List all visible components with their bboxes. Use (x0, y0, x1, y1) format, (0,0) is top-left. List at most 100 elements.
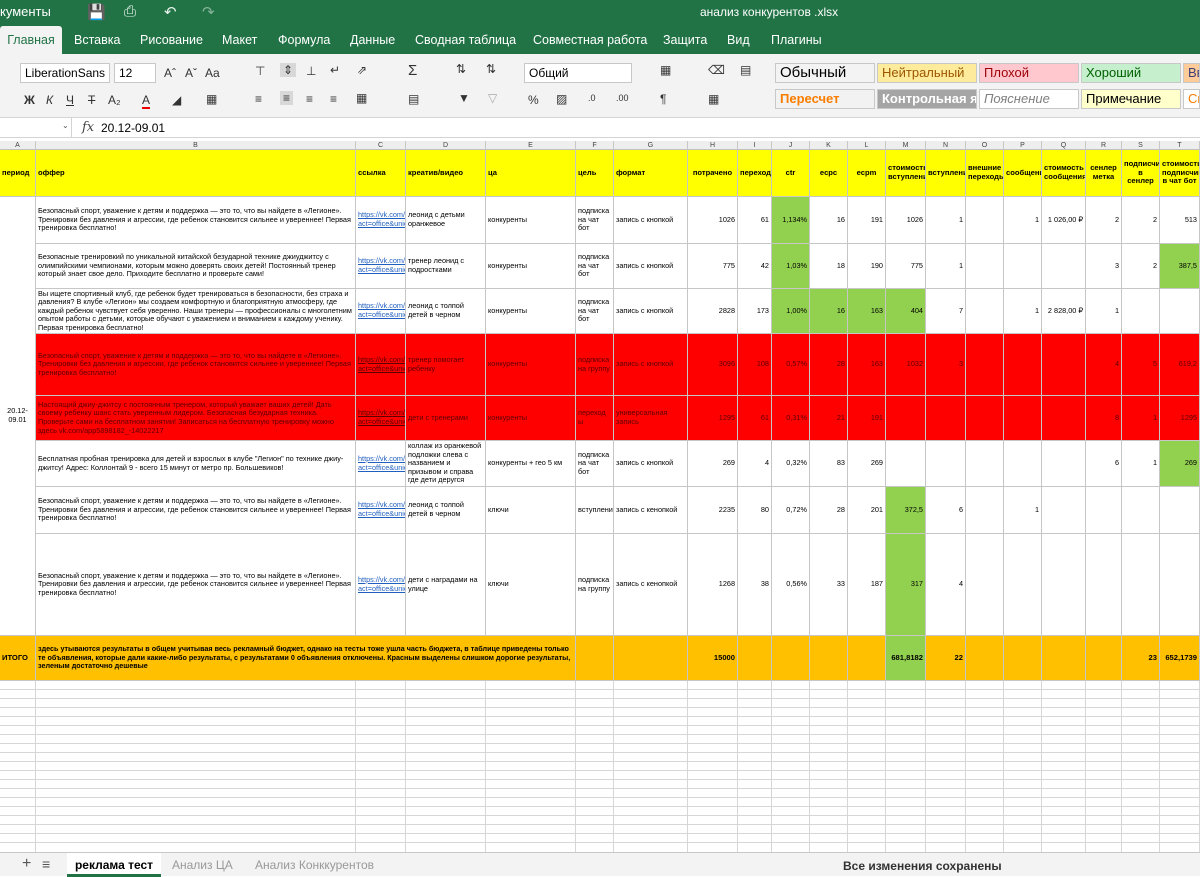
align-middle-icon[interactable]: ⇕ (280, 63, 297, 77)
tab-pivot[interactable]: Сводная таблица (415, 26, 516, 54)
tab-view[interactable]: Вид (727, 26, 750, 54)
cell-ecpm[interactable]: 191 (848, 197, 886, 244)
total-cell-q[interactable] (1042, 636, 1086, 681)
tab-formula[interactable]: Формула (278, 26, 330, 54)
cell-spent[interactable]: 3096 (688, 334, 738, 396)
sheet-tab-competitors[interactable]: Анализ Конккурентов (255, 853, 374, 877)
cell-format[interactable]: запись с кнопкой (614, 334, 688, 396)
empty-row[interactable] (0, 798, 1200, 807)
cell-spent[interactable]: 1268 (688, 534, 738, 636)
named-ranges-icon[interactable]: ▤ (408, 92, 419, 106)
decrease-decimal-button[interactable]: .0 (588, 93, 596, 103)
style-bad[interactable]: Плохой (979, 63, 1079, 83)
number-format-select[interactable]: Общий (524, 63, 632, 83)
style-linked[interactable]: Св (1183, 89, 1200, 109)
justify-icon[interactable]: ≡ (330, 92, 337, 106)
style-explanatory[interactable]: Пояснение (979, 89, 1079, 109)
cell-spent[interactable]: 269 (688, 441, 738, 487)
cell-creative[interactable]: дети с наградами на улице (406, 534, 486, 636)
empty-row[interactable] (0, 807, 1200, 816)
column-header-p[interactable]: P (1004, 141, 1042, 150)
cell-cost_msg[interactable]: 1 026,00 ₽ (1042, 197, 1086, 244)
cell-ca[interactable]: ключи (486, 487, 576, 534)
empty-row[interactable] (0, 816, 1200, 825)
total-cell-o[interactable] (966, 636, 1004, 681)
cell-link[interactable]: https://vk.com/ads?act=office&union_id=1… (356, 487, 406, 534)
column-header-t[interactable]: T (1160, 141, 1200, 150)
empty-row[interactable] (0, 762, 1200, 771)
font-case-button[interactable]: Aa (205, 66, 220, 80)
cell-cost_join[interactable] (886, 396, 926, 441)
column-header-a[interactable]: A (0, 141, 36, 150)
cell-offer[interactable]: Безопасный спорт, уважение к детям и под… (36, 534, 356, 636)
column-header-s[interactable]: S (1122, 141, 1160, 150)
redo-icon[interactable]: ↷ (202, 3, 215, 21)
cell-clicks[interactable]: 61 (738, 396, 772, 441)
cell-ext[interactable] (966, 289, 1004, 334)
cell-spent[interactable]: 775 (688, 244, 738, 289)
cell-cost_sub[interactable] (1160, 487, 1200, 534)
cell-creative[interactable]: тренер леонид с подростками (406, 244, 486, 289)
cell-offer[interactable]: Безопасный спорт, уважение к детям и под… (36, 197, 356, 244)
cell-link[interactable]: https://vk.com/ads?act=office&union_id=1… (356, 334, 406, 396)
column-header-o[interactable]: O (966, 141, 1004, 150)
cell-creative[interactable]: дети с тренерами (406, 396, 486, 441)
header-cell-i[interactable]: переходы (738, 150, 772, 197)
cell-ecpc[interactable]: 16 (810, 289, 848, 334)
cell-clicks[interactable]: 4 (738, 441, 772, 487)
cell-ecpc[interactable]: 18 (810, 244, 848, 289)
column-header-b[interactable]: B (36, 141, 356, 150)
total-cell-a[interactable]: ИТОГО (0, 636, 36, 681)
cell-creative[interactable]: коллаж из оранжевой подложки слева с наз… (406, 441, 486, 487)
align-right-icon[interactable]: ≡ (306, 92, 313, 106)
cell-ext[interactable] (966, 441, 1004, 487)
cell-format[interactable]: запись с кнопкой (614, 289, 688, 334)
header-cell-n[interactable]: вступления (926, 150, 966, 197)
cell-goal[interactable]: вступление (576, 487, 614, 534)
cell-cost_sub[interactable] (1160, 534, 1200, 636)
total-cell-p[interactable] (1004, 636, 1042, 681)
cell-senler[interactable]: 1 (1086, 289, 1122, 334)
period-cell[interactable]: 20.12-09.01 (0, 197, 36, 636)
cell-subs[interactable] (1122, 289, 1160, 334)
spreadsheet-grid[interactable]: период оффер ссылка креатив/видео ца цель форм… (0, 150, 1200, 852)
empty-row[interactable] (0, 753, 1200, 762)
empty-row[interactable] (0, 735, 1200, 744)
cell-cost_join[interactable]: 1026 (886, 197, 926, 244)
cell-format[interactable]: запись с кнопкой (614, 244, 688, 289)
header-cell-j[interactable]: ctr (772, 150, 810, 197)
header-cell-h[interactable]: потрачено (688, 150, 738, 197)
merge-cells-icon[interactable]: ▦ (356, 91, 367, 105)
cell-ctr[interactable]: 1,00% (772, 289, 810, 334)
total-cell-m[interactable]: 681,8182 (886, 636, 926, 681)
align-center-icon[interactable]: ≡ (280, 91, 294, 105)
italic-button[interactable]: К (46, 93, 53, 107)
cell-ca[interactable]: конкуренты (486, 289, 576, 334)
name-box[interactable]: ⌄ (0, 118, 72, 138)
clear-icon[interactable]: ⌫ (708, 63, 725, 77)
cell-cost_msg[interactable] (1042, 534, 1086, 636)
cell-ctr[interactable]: 1,134% (772, 197, 810, 244)
cell-senler[interactable]: 4 (1086, 334, 1122, 396)
cell-joins[interactable]: 7 (926, 289, 966, 334)
cell-format[interactable]: запись с кнопкой (614, 441, 688, 487)
cell-ctr[interactable]: 0,72% (772, 487, 810, 534)
tab-protect[interactable]: Защита (663, 26, 707, 54)
cell-format[interactable]: универсальная запись (614, 396, 688, 441)
column-header-h[interactable]: H (688, 141, 738, 150)
cell-goal[interactable]: подписка на группу (576, 534, 614, 636)
align-top-icon[interactable]: ⊤ (255, 64, 265, 78)
cell-cost_msg[interactable] (1042, 487, 1086, 534)
cell-subs[interactable] (1122, 534, 1160, 636)
cell-joins[interactable]: 6 (926, 487, 966, 534)
cell-ext[interactable] (966, 534, 1004, 636)
empty-row[interactable] (0, 681, 1200, 690)
cell-format[interactable]: запись с кнопкой (614, 197, 688, 244)
column-header-n[interactable]: N (926, 141, 966, 150)
total-cell-r[interactable] (1086, 636, 1122, 681)
column-header-j[interactable]: J (772, 141, 810, 150)
cell-senler[interactable]: 6 (1086, 441, 1122, 487)
column-header-i[interactable]: I (738, 141, 772, 150)
cell-cost_sub[interactable]: 513 (1160, 197, 1200, 244)
cell-offer[interactable]: Настоящий джиу-джитсу с постоянным трене… (36, 396, 356, 441)
